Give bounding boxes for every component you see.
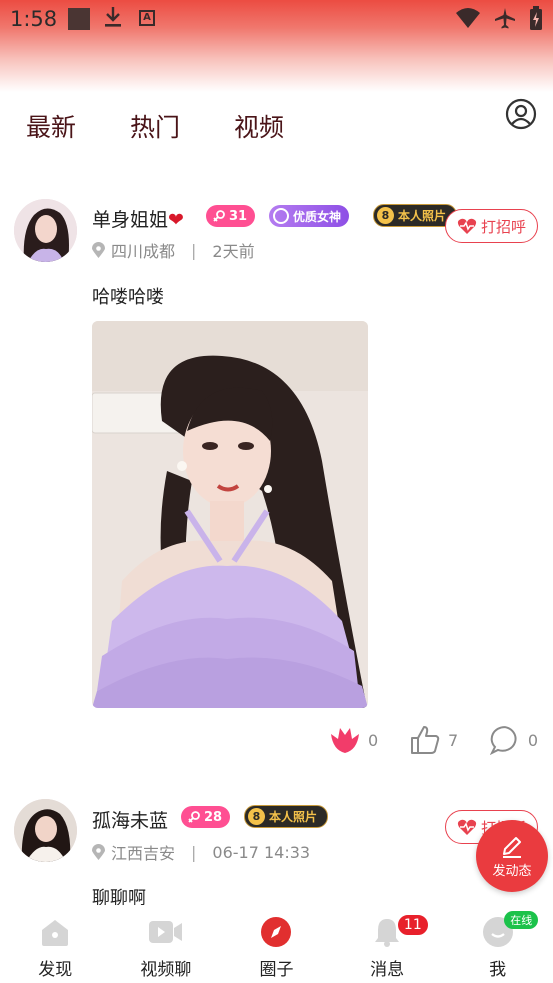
avatar[interactable] [14, 199, 77, 262]
thumbs-up-button[interactable]: 7 [410, 725, 490, 755]
username-text: 单身姐姐 [92, 209, 169, 231]
real-photo-text: 本人照片 [269, 810, 318, 824]
location-icon [92, 241, 105, 258]
greet-label: 打招呼 [480, 217, 526, 236]
avatar[interactable] [14, 799, 77, 862]
discover-icon [38, 915, 72, 949]
verified-photo-icon: 8 [377, 207, 394, 224]
female-icon [188, 811, 200, 823]
tulip-icon [331, 728, 359, 753]
app-screen: 1:58 A 最新 热门 视频 单身姐姐❤ 31 优质女神 8 本人照片 打招呼… [0, 0, 553, 983]
nav-messages[interactable]: 11 消息 [332, 905, 443, 983]
nav-circle-label: 圈子 [259, 960, 294, 980]
airplane-icon [495, 8, 515, 29]
nav-discover-label: 发现 [38, 960, 73, 980]
post-actions: 0 7 0 [330, 725, 538, 755]
goddess-text: 优质女神 [293, 209, 342, 224]
post-meta: 江西吉安 | 06-17 14:33 [92, 840, 310, 864]
flower-count: 0 [368, 730, 379, 750]
nav-discover[interactable]: 发现 [0, 905, 111, 983]
tab-latest[interactable]: 最新 [26, 108, 76, 144]
tab-hot[interactable]: 热门 [130, 108, 180, 144]
meta-separator: | [191, 842, 197, 862]
wifi-icon [456, 8, 480, 28]
notification-square-icon [68, 8, 90, 30]
nav-video-chat-label: 视频聊 [140, 960, 192, 980]
user-profile-icon[interactable] [505, 98, 537, 130]
location-icon [92, 843, 105, 860]
goddess-icon [273, 208, 289, 224]
real-photo-text: 本人照片 [398, 209, 447, 223]
battery-icon [530, 6, 542, 30]
bottom-nav: 发现 视频聊 圈子 11 消息 在线 我 [0, 905, 553, 983]
post-status-label: 发动态 [492, 863, 532, 879]
comment-icon [490, 726, 517, 755]
top-tabs: 最新 热门 视频 [26, 108, 284, 144]
post-status-button[interactable]: 发动态 [476, 820, 548, 892]
location-text: 江西吉安 [111, 844, 176, 863]
post-time: 2天前 [212, 242, 255, 261]
thumbs-up-icon [411, 726, 440, 754]
post-photo[interactable] [92, 321, 368, 708]
username-text: 孤海未蓝 [92, 810, 169, 832]
video-camera-icon [148, 915, 183, 949]
level-badge: 31 [206, 205, 256, 227]
online-status-badge: 在线 [504, 911, 539, 929]
status-bar: 1:58 A [0, 0, 553, 92]
greet-button[interactable]: 打招呼 [445, 209, 538, 243]
flower-like-button[interactable]: 0 [330, 726, 410, 754]
comment-button[interactable]: 0 [490, 725, 538, 755]
female-icon [213, 210, 225, 222]
nav-video-chat[interactable]: 视频聊 [111, 905, 222, 983]
goddess-badge: 优质女神 [269, 205, 350, 227]
post-meta: 四川成都 | 2天前 [92, 238, 255, 262]
location-text: 四川成都 [111, 242, 176, 261]
status-icons [455, 6, 543, 30]
text-input-icon: A [139, 10, 155, 26]
edit-icon [503, 836, 521, 858]
nav-messages-label: 消息 [370, 960, 405, 980]
comment-count: 0 [527, 730, 538, 750]
nav-circle[interactable]: 圈子 [221, 905, 332, 983]
nav-me-label: 我 [489, 960, 507, 980]
heartbeat-icon [457, 819, 477, 835]
heartbeat-icon [457, 218, 477, 234]
status-time: 1:58 [10, 7, 58, 31]
level-text: 31 [229, 208, 248, 224]
unread-badge: 11 [395, 913, 430, 937]
download-icon [105, 7, 121, 27]
thumbs-count: 7 [448, 730, 459, 750]
verified-photo-icon: 8 [248, 808, 265, 825]
tab-video[interactable]: 视频 [234, 108, 284, 144]
heart-icon: ❤ [168, 209, 184, 231]
username[interactable]: 单身姐姐❤ [92, 205, 184, 232]
level-text: 28 [204, 809, 223, 825]
real-photo-badge: 8 本人照片 [244, 805, 329, 828]
post-content: 哈喽哈喽 [92, 287, 164, 308]
post-time: 06-17 14:33 [212, 842, 311, 862]
level-badge: 28 [181, 806, 231, 828]
compass-icon [259, 915, 293, 949]
username[interactable]: 孤海未蓝 [92, 806, 168, 833]
nav-me[interactable]: 在线 我 [442, 905, 553, 983]
meta-separator: | [191, 240, 197, 260]
